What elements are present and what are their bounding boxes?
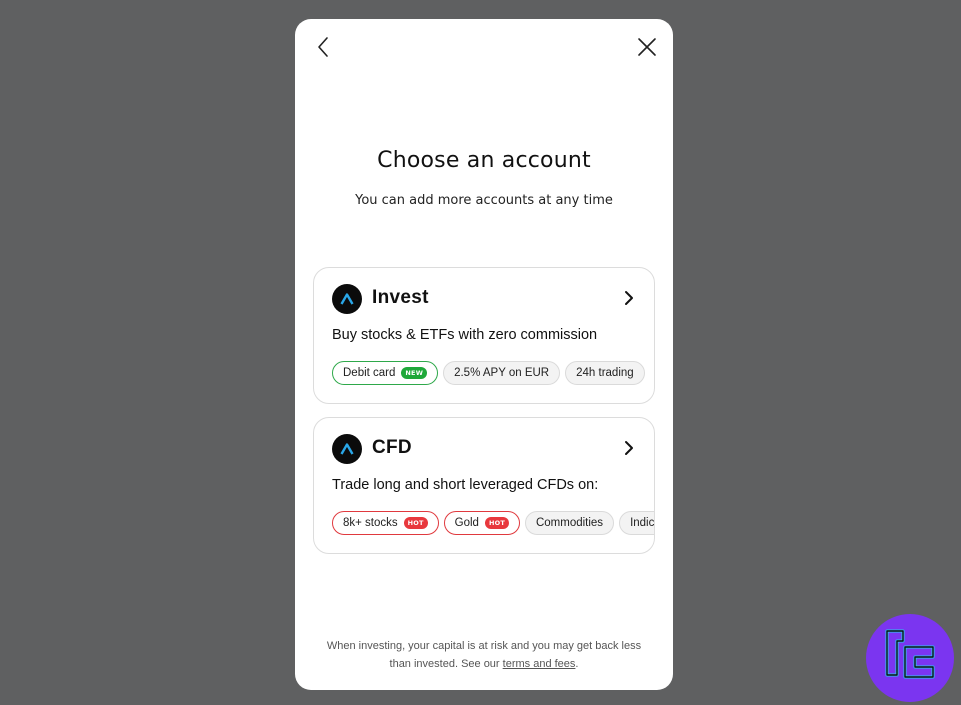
cfd-logo-icon <box>332 434 362 464</box>
page-subtitle: You can add more accounts at any time <box>355 193 613 208</box>
chip-apy: 2.5% APY on EUR <box>443 361 561 385</box>
chip-label: 2.5% APY on EUR <box>454 367 550 379</box>
disclaimer-text: When investing, your capital is at risk … <box>326 640 642 670</box>
chip-label: Indic <box>630 517 655 529</box>
risk-disclaimer: When investing, your capital is at risk … <box>315 637 653 673</box>
watermark-logo-icon <box>866 614 954 702</box>
chip-stocks: 8k+ stocks HOT <box>332 511 439 535</box>
chip-24h-trading: 24h trading <box>565 361 645 385</box>
chip-label: 8k+ stocks <box>343 517 398 529</box>
chip-label: Debit card <box>343 367 396 379</box>
account-description: Buy stocks & ETFs with zero commission <box>332 327 598 343</box>
chip-debit-card: Debit card NEW <box>332 361 439 385</box>
close-icon <box>638 38 656 56</box>
hot-badge: HOT <box>484 517 509 529</box>
chip-label: Commodities <box>535 517 604 529</box>
feature-chips: 8k+ stocks HOT Gold HOT Commodities Indi… <box>332 511 655 535</box>
new-badge: NEW <box>401 367 428 379</box>
feature-chips: Debit card NEW 2.5% APY on EUR 24h tradi… <box>332 361 645 385</box>
account-description: Trade long and short leveraged CFDs on: <box>332 477 599 493</box>
terms-and-fees-link[interactable]: terms and fees <box>503 658 576 670</box>
chip-commodities: Commodities <box>524 511 615 535</box>
disclaimer-end: . <box>575 658 579 670</box>
chevron-right-icon <box>625 441 633 455</box>
chip-label: 24h trading <box>576 367 634 379</box>
account-card-invest[interactable]: Invest Buy stocks & ETFs with zero commi… <box>313 267 655 404</box>
chevron-left-icon <box>318 37 328 57</box>
invest-logo-icon <box>332 284 362 314</box>
chip-indices: Indic <box>619 511 655 535</box>
close-button[interactable] <box>635 35 659 59</box>
chevron-right-icon <box>625 291 633 305</box>
chip-label: Gold <box>454 517 479 529</box>
page-title: Choose an account <box>377 148 591 173</box>
back-button[interactable] <box>311 35 335 59</box>
account-card-cfd[interactable]: CFD Trade long and short leveraged CFDs … <box>313 417 655 554</box>
hot-badge: HOT <box>403 517 428 529</box>
account-name: Invest <box>372 287 429 308</box>
chip-gold: Gold HOT <box>443 511 520 535</box>
account-name: CFD <box>372 437 412 458</box>
